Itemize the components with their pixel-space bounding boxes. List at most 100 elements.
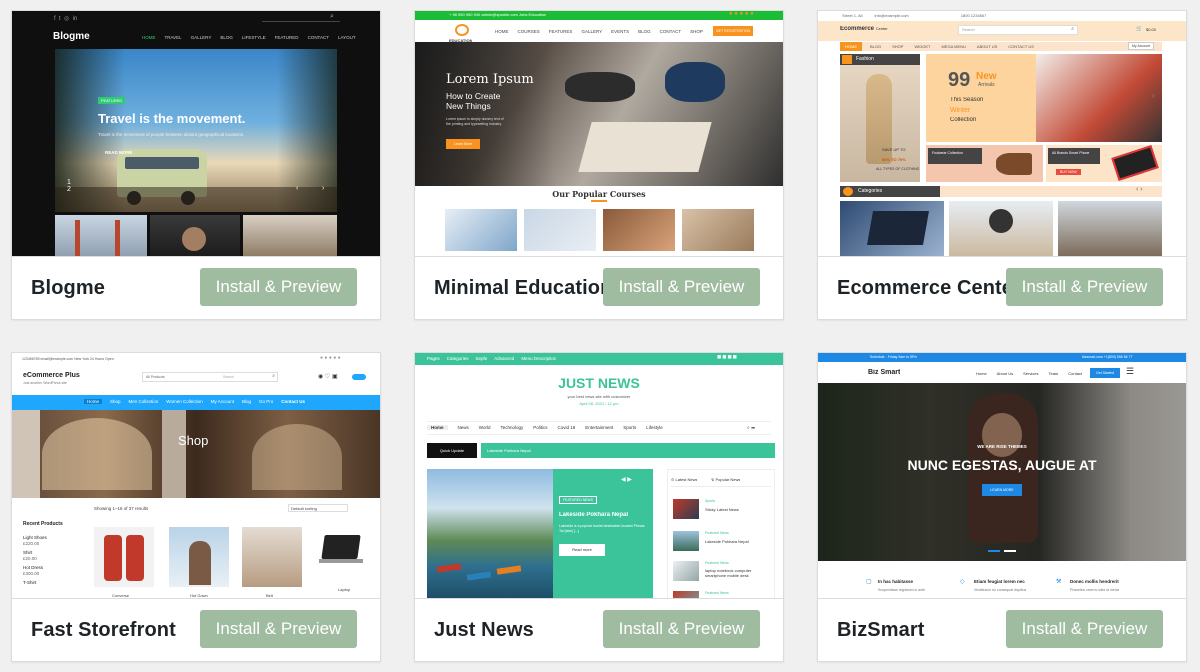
search-icon: ⌕ [1071,26,1074,32]
news-thumb [673,591,699,598]
nav-item: Sports [623,425,637,430]
theme-card-blogme[interactable]: f t ◎ in ⌕ Blogme HOME TRAVEL GALLERY BL… [11,10,381,320]
hero-photo [12,410,380,498]
slider-prev-icon: ‹ [296,185,299,192]
recent-products-list: Light Shoes £220.00 Shirt £20.00 Hot Dre… [23,535,47,586]
install-preview-button[interactable]: Install & Preview [200,268,357,306]
site-nav: Home News World Technology Politics Covi… [427,425,663,430]
nav-item: Go Pro [259,399,274,404]
site-nav: HOME TRAVEL GALLERY BLOG LIFESTYLE FEATU… [142,35,356,40]
theme-card-bizsmart[interactable]: Schedule - Friday 9am to 5Pm bizsmart.co… [817,352,1187,662]
featured-badge: FEATURED [98,97,126,104]
site-tagline: your best news site with customizer [567,394,631,399]
promo-new: New [976,71,997,82]
cart-badge [352,374,366,380]
top-nav-item: Sepfe [475,356,488,361]
install-preview-button[interactable]: Install & Preview [200,610,357,648]
brands-label: All Brands Smart Phone [1048,148,1100,164]
news-thumb [673,499,699,519]
hero-photo [55,49,337,212]
nav-item: My Account [210,399,234,404]
theme-card-footer: Fast Storefront Install & Preview [12,599,380,661]
nav-item: Entertainment [585,425,614,430]
nav-item: LAYOUT [337,35,356,40]
promo-line-3: Collection [950,117,977,123]
top-nav-item: Pages [427,356,440,361]
theme-screenshot[interactable]: 123456789 email@example.com New York 24 … [12,353,380,599]
install-preview-button[interactable]: Install & Preview [603,268,760,306]
theme-name: Just News [434,619,534,641]
promo-line-1: This Season [950,97,984,103]
category-photo-laptop [840,201,944,256]
nav-item: Men Collection [128,399,159,404]
nav-item: Lifestyle [646,425,663,430]
nav-item: TRAVEL [164,35,182,40]
install-preview-button[interactable]: Install & Preview [1006,268,1163,306]
site-nav: HOME COURSES FEATURES GALLERY EVENTS BLO… [495,29,703,34]
install-preview-button[interactable]: Install & Preview [603,610,760,648]
recent-product-name: T-Shirt [23,580,37,585]
fashion-banner [840,54,920,182]
promo-line-2: Winter [950,107,971,114]
nav-item: HOME [495,29,509,34]
featured-body: Lakeside is a popular tourist destinatio… [559,524,645,533]
nav-item: FEATURED [274,35,299,40]
theme-card-footer: BizSmart Install & Preview [818,599,1186,661]
product-label: Belt [266,593,273,598]
theme-screenshot[interactable]: Pages Categories Sepfe Advanced Menu Des… [415,353,783,599]
nav-item: HOME [142,35,156,40]
theme-card-minimal-education[interactable]: + 98 950 950 940 admin@sparkle.com Jobs … [414,10,784,320]
theme-name: Ecommerce Center [837,277,1009,299]
learn-more-button: Learn More [446,139,480,149]
cart-amount: $0.00 [1146,27,1157,32]
theme-card-fast-storefront[interactable]: 123456789 email@example.com New York 24 … [11,352,381,662]
tab-latest-news: ⊙ Latest News [671,477,698,482]
theme-screenshot[interactable]: Schedule - Friday 9am to 5Pm bizsmart.co… [818,353,1186,599]
theme-grid: f t ◎ in ⌕ Blogme HOME TRAVEL GALLERY BL… [0,0,1200,672]
product-thumb [169,527,229,587]
site-logo: Ecommerce Center [840,26,888,32]
product-thumb [315,527,370,587]
nav-item: BLOG [870,44,882,49]
theme-name: Minimal Education [434,277,606,299]
theme-screenshot[interactable]: f t ◎ in ⌕ Blogme HOME TRAVEL GALLERY BL… [12,11,380,257]
theme-name: Blogme [31,277,105,299]
nav-item: CONTACT [307,35,329,40]
tab-popular-news: ↯ Popular News [711,477,741,482]
nav-item: CONTACT US [1008,44,1034,49]
hero-body: Lorem ipsum is simply dummy text of the … [446,117,504,126]
hero-subtitle-2: New Things [446,101,491,111]
site-logo: Biz Smart [868,369,901,376]
course-thumb [603,209,675,251]
theme-card-just-news[interactable]: Pages Categories Sepfe Advanced Menu Des… [414,352,784,662]
slider-next-icon: › [322,185,325,192]
header-icons: ◉ ♡ ▣ [318,374,338,380]
cart-icon: 🛒 [1136,26,1143,32]
recent-product-price: £300.00 [23,571,40,576]
top-bar-contact: + 98 950 950 940 admin@sparkle.com Jobs … [449,12,547,17]
nav-item: COURSES [517,29,540,34]
course-thumb [445,209,517,251]
theme-card-footer: Just News Install & Preview [415,599,783,661]
news-thumb [673,531,699,551]
nav-item: EVENTS [611,29,630,34]
nav-item: News [457,425,469,430]
news-category: Featured News [705,531,729,535]
theme-screenshot[interactable]: + 98 950 950 940 admin@sparkle.com Jobs … [415,11,783,257]
theme-screenshot[interactable]: Street 1, All info@example.com 1800 1234… [818,11,1186,257]
site-nav: Home Shop Men Collection Women Collectio… [84,399,305,404]
sidebar-title: Recent Products [23,521,63,527]
theme-card-ecommerce-center[interactable]: Street 1, All info@example.com 1800 1234… [817,10,1187,320]
nav-item: Covid 19 [557,425,576,430]
social-icons: ● ● ● ● ● [729,11,754,17]
nav-item: ABOUT US [976,44,998,49]
theme-card-footer: Minimal Education Install & Preview [415,257,783,319]
install-preview-button[interactable]: Install & Preview [1006,610,1163,648]
slider-dot [1004,550,1016,552]
ticker-text: Lakeside Pokhara Nepal [487,448,531,453]
section-title: Our Popular Courses [552,189,646,199]
social-icons: f t ◎ in [54,16,78,22]
news-title: Lakeside Pokhara Nepal [705,539,749,544]
promo-arrivals: Arrivals [978,82,995,88]
site-logo: Blogme [53,31,90,42]
